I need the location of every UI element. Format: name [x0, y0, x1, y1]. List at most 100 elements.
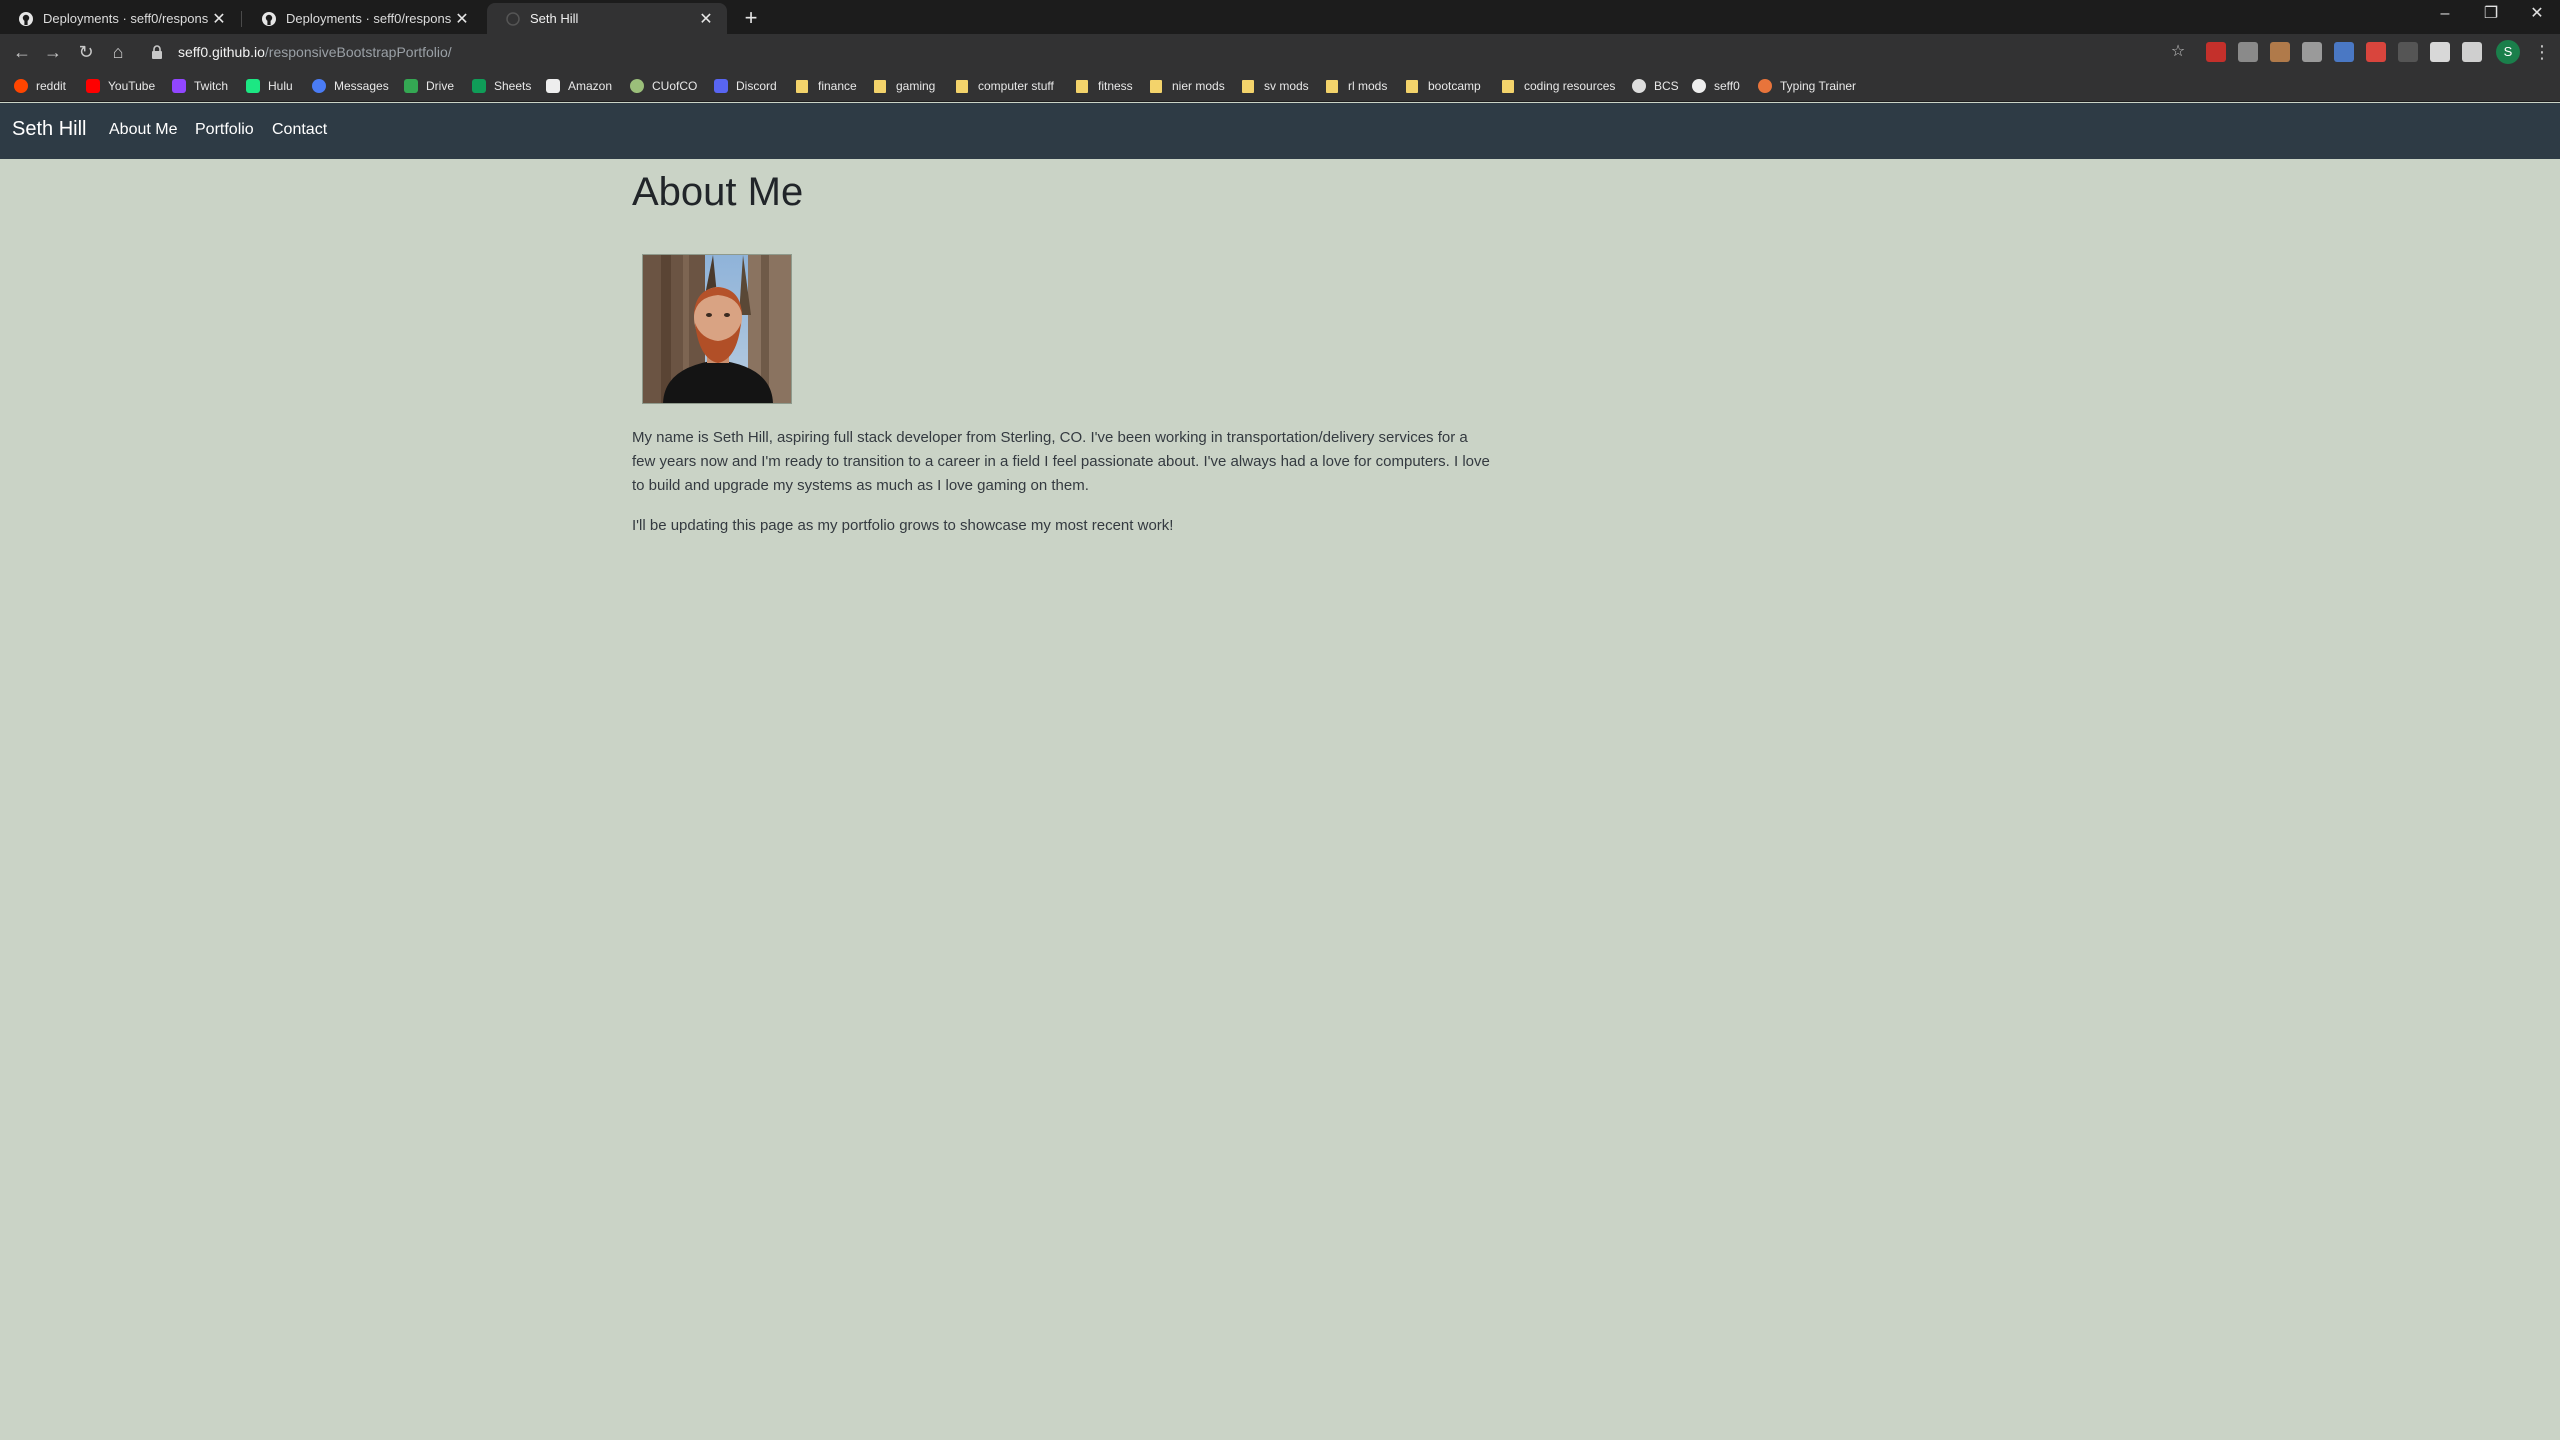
bookmark-folder-computer-stuff[interactable]: computer stuff: [956, 77, 1054, 95]
puzzle-icon[interactable]: [2430, 42, 2450, 62]
folder-icon: [1076, 79, 1088, 93]
hulu-icon: [246, 79, 260, 93]
folder-icon: [1326, 79, 1338, 93]
mail-icon[interactable]: [2238, 42, 2258, 62]
sheets-icon: [472, 79, 486, 93]
tab-deployments-1[interactable]: Deployments · seff0/responsiveB ✕: [0, 3, 240, 34]
shield-icon[interactable]: [2334, 42, 2354, 62]
restore-button[interactable]: ❐: [2468, 0, 2514, 30]
bookmark-label: computer stuff: [978, 79, 1054, 93]
bookmark-label: nier mods: [1172, 79, 1225, 93]
bookmark-label: rl mods: [1348, 79, 1388, 93]
bookmark-label: reddit: [36, 79, 67, 93]
extension-icon[interactable]: [2366, 42, 2386, 62]
close-icon[interactable]: ✕: [695, 9, 717, 29]
folder-icon: [1502, 79, 1514, 93]
forward-button[interactable]: →: [41, 40, 65, 64]
bookmark-label: Discord: [736, 79, 777, 93]
ublock-icon[interactable]: [2206, 42, 2226, 62]
drive-icon: [404, 79, 418, 93]
home-button[interactable]: ⌂: [106, 40, 130, 64]
menu-icon[interactable]: ⋮: [2530, 40, 2554, 64]
bookmark-folder-fitness[interactable]: fitness: [1076, 77, 1133, 95]
folder-icon: [956, 79, 968, 93]
new-tab-button[interactable]: +: [737, 4, 765, 32]
bookmark-hulu[interactable]: Hulu: [246, 77, 293, 95]
star-icon[interactable]: ☆: [2166, 40, 2190, 64]
bookmark-folder-nier-mods[interactable]: nier mods: [1150, 77, 1225, 95]
bookmark-amazon[interactable]: Amazon: [546, 77, 612, 95]
bookmark-discord[interactable]: Discord: [714, 77, 777, 95]
tab-title: Deployments · seff0/responsiveB: [43, 11, 208, 26]
bookmark-cuofco[interactable]: CUofCO: [630, 77, 697, 95]
back-button[interactable]: ←: [10, 40, 34, 64]
lock-icon: [152, 45, 162, 59]
reload-button[interactable]: ↻: [74, 40, 98, 64]
bookmark-folder-bootcamp[interactable]: bootcamp: [1406, 77, 1481, 95]
bookmark-folder-finance[interactable]: finance: [796, 77, 857, 95]
extension-icon[interactable]: [2398, 42, 2418, 62]
nav-link-contact[interactable]: Contact: [272, 121, 327, 139]
bookmark-folder-coding-resources[interactable]: coding resources: [1502, 77, 1615, 95]
globe-icon: [1632, 79, 1646, 93]
nav-link-portfolio[interactable]: Portfolio: [195, 121, 254, 139]
bookmark-folder-gaming[interactable]: gaming: [874, 77, 935, 95]
bookmarks-bar: reddit YouTube Twitch Hulu Messages Driv…: [0, 70, 2560, 102]
site-navbar: Seth Hill About Me Portfolio Contact: [0, 103, 2560, 159]
bookmark-label: seff0: [1714, 79, 1740, 93]
bookmark-folder-sv-mods[interactable]: sv mods: [1242, 77, 1309, 95]
bookmark-seff0[interactable]: seff0: [1692, 77, 1740, 95]
tab-deployments-2[interactable]: Deployments · seff0/responsiveB ✕: [243, 3, 483, 34]
close-icon[interactable]: ✕: [451, 9, 473, 29]
bookmark-reddit[interactable]: reddit: [14, 77, 66, 95]
bookmark-sheets[interactable]: Sheets: [472, 77, 531, 95]
about-section: About Me My name is Seth Hill, aspiring …: [632, 168, 1492, 534]
bookmark-label: sv mods: [1264, 79, 1309, 93]
profile-photo: [642, 254, 792, 404]
bookmark-folder-rl-mods[interactable]: rl mods: [1326, 77, 1387, 95]
github-icon: [1692, 79, 1706, 93]
close-icon[interactable]: ✕: [208, 9, 230, 29]
folder-icon: [874, 79, 886, 93]
portrait-image: [643, 255, 791, 403]
navbar-brand[interactable]: Seth Hill: [12, 118, 86, 141]
bookmark-label: fitness: [1098, 79, 1133, 93]
nav-link-about[interactable]: About Me: [109, 121, 177, 139]
profile-avatar[interactable]: S: [2496, 40, 2520, 64]
bookmark-bcs[interactable]: BCS: [1632, 77, 1679, 95]
minimize-button[interactable]: –: [2422, 0, 2468, 30]
cu-icon: [630, 79, 644, 93]
tab-divider: [241, 11, 242, 27]
browser-toolbar: ← → ↻ ⌂ seff0.github.io/responsiveBootst…: [0, 34, 2560, 70]
tab-seth-hill[interactable]: Seth Hill ✕: [487, 3, 727, 34]
close-window-button[interactable]: ✕: [2514, 0, 2560, 30]
youtube-icon: [86, 79, 100, 93]
bookmark-typing-trainer[interactable]: Typing Trainer: [1758, 77, 1856, 95]
bookmark-label: bootcamp: [1428, 79, 1481, 93]
reading-list-icon[interactable]: [2462, 42, 2482, 62]
bookmark-label: Messages: [334, 79, 389, 93]
about-paragraph-update: I'll be updating this page as my portfol…: [632, 517, 1174, 534]
bookmark-label: Sheets: [494, 79, 532, 93]
bookmark-drive[interactable]: Drive: [404, 77, 454, 95]
globe-icon: [506, 11, 520, 26]
bookmark-label: BCS: [1654, 79, 1679, 93]
typing-icon: [1758, 79, 1772, 93]
folder-icon: [1406, 79, 1418, 93]
bookmark-label: gaming: [896, 79, 936, 93]
address-bar[interactable]: seff0.github.io/responsiveBootstrapPortf…: [140, 37, 2200, 67]
bookmark-twitch[interactable]: Twitch: [172, 77, 228, 95]
bookmark-label: CUofCO: [652, 79, 698, 93]
twitch-icon: [172, 79, 186, 93]
bookmark-label: Amazon: [568, 79, 613, 93]
amazon-icon: [546, 79, 560, 93]
github-icon: [19, 11, 33, 26]
extension-icon[interactable]: [2270, 42, 2290, 62]
folder-icon: [1242, 79, 1254, 93]
bookmark-messages[interactable]: Messages: [312, 77, 389, 95]
messages-icon: [312, 79, 326, 93]
bookmark-label: Drive: [426, 79, 455, 93]
bookmark-youtube[interactable]: YouTube: [86, 77, 155, 95]
about-paragraph-intro: My name is Seth Hill, aspiring full stac…: [632, 429, 1490, 494]
extension-icon[interactable]: [2302, 42, 2322, 62]
